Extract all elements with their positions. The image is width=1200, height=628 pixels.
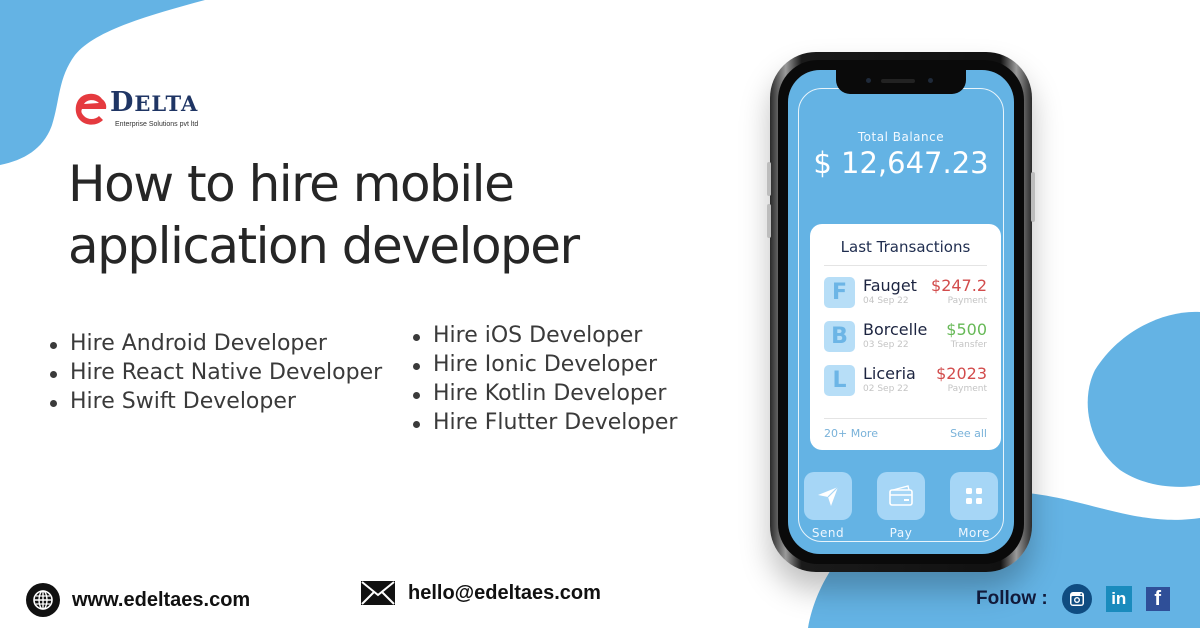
email-link[interactable]: hello@edeltaes.com bbox=[408, 582, 601, 605]
logo-tagline: Enterprise Solutions pvt ltd bbox=[115, 121, 199, 128]
social-follow: Follow : in f bbox=[976, 584, 1184, 614]
card-icon bbox=[889, 485, 913, 506]
phone-mockup: Total Balance $ 12,647.23 Last Transacti… bbox=[767, 52, 1035, 572]
pay-label: Pay bbox=[889, 526, 913, 540]
transaction-row[interactable]: B Borcelle 03 Sep 22 $500 Transfer bbox=[824, 310, 987, 354]
speaker-grille bbox=[881, 79, 915, 83]
service-item: Hire iOS Developer bbox=[411, 321, 677, 350]
more-button[interactable]: More bbox=[950, 472, 998, 540]
send-label: Send bbox=[811, 526, 845, 540]
balance-value: $ 12,647.23 bbox=[813, 146, 989, 180]
power-button bbox=[1031, 172, 1035, 222]
service-item: Hire Swift Developer bbox=[48, 387, 382, 416]
envelope-icon bbox=[361, 581, 395, 605]
see-all-link[interactable]: See all bbox=[950, 427, 987, 440]
follow-label: Follow : bbox=[976, 588, 1048, 609]
phone-bezel: Total Balance $ 12,647.23 Last Transacti… bbox=[778, 60, 1024, 564]
instagram-icon[interactable] bbox=[1061, 584, 1092, 614]
email-contact[interactable]: hello@edeltaes.com bbox=[360, 580, 601, 606]
transaction-name: Borcelle bbox=[863, 320, 928, 339]
volume-down-button bbox=[767, 204, 771, 238]
page-title: How to hire mobile application developer bbox=[68, 153, 708, 277]
pay-button-tile[interactable] bbox=[877, 472, 925, 520]
linkedin-icon[interactable]: in bbox=[1105, 586, 1132, 612]
service-item: Hire Kotlin Developer bbox=[411, 379, 677, 408]
service-item: Hire Flutter Developer bbox=[411, 408, 677, 437]
transactions-title: Last Transactions bbox=[840, 238, 971, 256]
transaction-date: 03 Sep 22 bbox=[863, 340, 909, 350]
title-line-1: How to hire mobile bbox=[68, 155, 515, 213]
send-button-tile[interactable] bbox=[804, 472, 852, 520]
transactions-card: Last Transactions F Fauget 04 Sep 22 $24… bbox=[810, 224, 1001, 450]
more-label: More bbox=[958, 526, 990, 540]
transaction-date: 04 Sep 22 bbox=[863, 296, 909, 306]
transaction-name: Liceria bbox=[863, 364, 916, 383]
transaction-avatar: L bbox=[824, 365, 855, 396]
pay-button[interactable]: Pay bbox=[877, 472, 925, 540]
service-item: Hire React Native Developer bbox=[48, 358, 382, 387]
balance-label: Total Balance bbox=[857, 130, 945, 144]
logo-wordmark: DELTA bbox=[110, 87, 199, 118]
transaction-amount: $247.2 bbox=[931, 276, 987, 295]
transaction-name: Fauget bbox=[863, 276, 917, 295]
website-link[interactable]: www.edeltaes.com bbox=[72, 589, 250, 612]
transaction-date: 02 Sep 22 bbox=[863, 384, 909, 394]
camera-icon bbox=[866, 78, 871, 83]
phone-screen: Total Balance $ 12,647.23 Last Transacti… bbox=[788, 70, 1014, 554]
transaction-type: Payment bbox=[947, 296, 987, 306]
facebook-icon[interactable]: f bbox=[1145, 587, 1170, 611]
edelta-logo-icon bbox=[75, 93, 107, 125]
service-item: Hire Ionic Developer bbox=[411, 350, 677, 379]
quick-actions: Send Pay More bbox=[804, 472, 998, 540]
phone-notch bbox=[836, 70, 966, 94]
transaction-amount: $2023 bbox=[936, 364, 987, 383]
transaction-type: Transfer bbox=[950, 340, 987, 350]
send-icon bbox=[818, 486, 839, 506]
service-item: Hire Android Developer bbox=[48, 329, 382, 358]
transaction-row[interactable]: L Liceria 02 Sep 22 $2023 Payment bbox=[824, 354, 987, 398]
sensor-icon bbox=[928, 78, 933, 83]
title-line-2: application developer bbox=[68, 217, 580, 275]
right-blob bbox=[1087, 311, 1200, 487]
transactions-footer: 20+ More See all bbox=[824, 418, 987, 440]
company-logo: DELTA Enterprise Solutions pvt ltd bbox=[72, 88, 212, 134]
transaction-avatar: B bbox=[824, 321, 855, 352]
transaction-type: Payment bbox=[947, 384, 987, 394]
volume-up-button bbox=[767, 162, 771, 196]
grid-icon bbox=[966, 488, 982, 504]
website-contact[interactable]: www.edeltaes.com bbox=[26, 583, 250, 617]
services-list-left: Hire Android Developer Hire React Native… bbox=[48, 329, 382, 416]
transaction-amount: $500 bbox=[946, 320, 987, 339]
services-list-right: Hire iOS Developer Hire Ionic Developer … bbox=[411, 321, 677, 437]
globe-icon bbox=[26, 583, 60, 617]
more-button-tile[interactable] bbox=[950, 472, 998, 520]
top-left-blob bbox=[0, 0, 205, 165]
transaction-avatar: F bbox=[824, 277, 855, 308]
more-transactions-link[interactable]: 20+ More bbox=[824, 427, 878, 440]
send-button[interactable]: Send bbox=[804, 472, 852, 540]
transaction-row[interactable]: F Fauget 04 Sep 22 $247.2 Payment bbox=[824, 266, 987, 310]
